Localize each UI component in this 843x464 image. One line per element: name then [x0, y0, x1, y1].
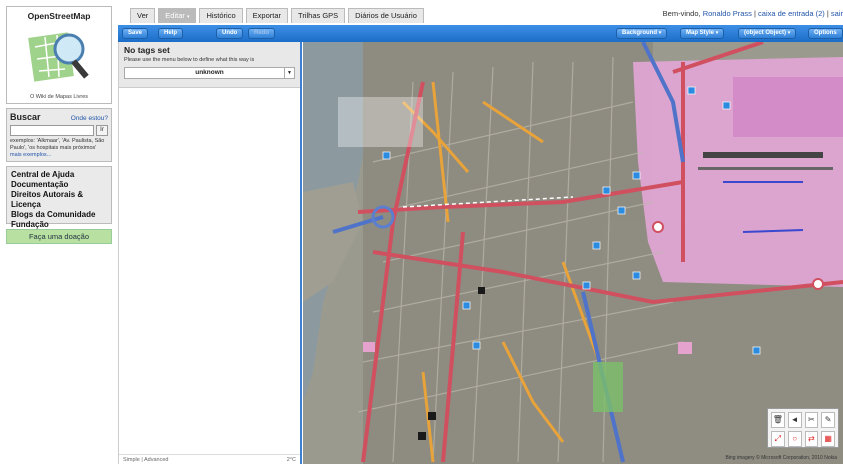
trash-icon[interactable]: 🗑 — [771, 412, 785, 428]
map-canvas[interactable]: 🗑 ◄ ✂ ✎ ⤢ ○ ⇄ ▦ Bing imagery © Microsoft… — [303, 42, 843, 464]
undo-button[interactable]: Undo — [216, 28, 244, 39]
help-button[interactable]: Help — [158, 28, 184, 39]
logout-link[interactable]: sair — [831, 9, 843, 18]
donate-button[interactable]: Faça uma doação — [6, 229, 112, 244]
arrow-left-icon[interactable]: ◄ — [787, 412, 802, 428]
panel-footer-value: 2°C — [286, 456, 296, 463]
top-tabs: Ver Editar ▾ Histórico Exportar Trilhas … — [130, 8, 427, 23]
panel-title: No tags set — [124, 45, 170, 55]
tab-edit[interactable]: Editar ▾ — [158, 8, 197, 23]
straighten-icon[interactable]: ⤢ — [771, 431, 785, 447]
save-label: Save — [128, 30, 143, 36]
inbox-link[interactable]: caixa de entrada (2) — [758, 9, 825, 18]
search-panel: Buscar Onde estou? Ir exemplos: 'Alkmaar… — [6, 108, 112, 162]
map-imagery[interactable] — [303, 42, 843, 464]
link-help-center[interactable]: Central de Ajuda — [11, 170, 107, 180]
tab-view[interactable]: Ver — [130, 8, 156, 23]
background-dropdown[interactable]: Background ▾ — [616, 28, 668, 39]
parallel-icon[interactable]: ⇄ — [804, 431, 819, 447]
search-hint-text: exemplos: 'Alkmaar', 'Av. Paulista, São … — [10, 138, 105, 151]
welcome-text: Bem-vindo, — [662, 9, 701, 18]
link-documentation[interactable]: Documentação — [11, 180, 107, 190]
simple-tab[interactable]: Simple — [123, 457, 140, 463]
tab-edit-label: Editar — [165, 11, 185, 20]
panel-footer: Simple | Advanced 2°C — [119, 454, 300, 464]
advanced-tab[interactable]: Advanced — [144, 457, 168, 463]
link-license[interactable]: Licença — [11, 200, 107, 210]
map-style-dropdown[interactable]: Map Style ▾ — [680, 28, 725, 39]
tab-gps-traces[interactable]: Trilhas GPS — [291, 8, 346, 23]
tab-export[interactable]: Exportar — [245, 8, 289, 23]
editor-toolbar: Save Help Undo Redo Background ▾ Map Sty… — [118, 25, 843, 42]
map-attribution: Bing imagery © Microsoft Corporation, 20… — [725, 455, 837, 461]
pencil-icon[interactable]: ✎ — [821, 412, 835, 428]
panel-header: No tags set Please use the menu below to… — [119, 42, 300, 88]
user-name-link[interactable]: Ronaldo Prass — [703, 9, 752, 18]
split-icon[interactable]: ▦ — [821, 431, 835, 447]
link-community-blogs[interactable]: Blogs da Comunidade — [11, 210, 107, 220]
sidebar: OpenStreetMap O Wiki de Mapas Livres Bus… — [0, 0, 118, 464]
where-am-i-link[interactable]: Onde estou? — [71, 115, 108, 122]
tab-user-diaries[interactable]: Diários de Usuário — [348, 8, 424, 23]
feature-type-select[interactable]: unknown ▼ — [124, 67, 295, 79]
panel-subtitle: Please use the menu below to define what… — [124, 57, 255, 63]
circle-icon[interactable]: ○ — [787, 431, 802, 447]
logo-title: OpenStreetMap — [27, 11, 91, 21]
separator: | — [754, 9, 756, 18]
user-bar: Bem-vindo, Ronaldo Prass | caixa de entr… — [663, 9, 843, 18]
search-hint: exemplos: 'Alkmaar', 'Av. Paulista, São … — [10, 138, 108, 159]
redo-button[interactable]: Redo — [248, 28, 275, 39]
separator: | — [826, 9, 829, 18]
help-links: Central de Ajuda Documentação Direitos A… — [6, 166, 112, 229]
properties-panel: No tags set Please use the menu below to… — [118, 42, 302, 464]
link-copyright[interactable]: Direitos Autorais & — [11, 190, 107, 200]
tab-history[interactable]: Histórico — [199, 8, 243, 23]
search-input[interactable] — [10, 125, 94, 136]
object-dropdown[interactable]: (object Object) ▾ — [738, 28, 797, 39]
logo-caption: O Wiki de Mapas Livres — [29, 94, 89, 100]
save-button[interactable]: Save — [122, 28, 149, 39]
chevron-down-icon: ▾ — [787, 30, 791, 36]
object-label: (object Object) — [744, 30, 787, 36]
search-title: Buscar — [10, 112, 41, 122]
feature-type-value: unknown — [195, 69, 224, 76]
osm-logo[interactable]: OpenStreetMap O Wiki de Mapas Livres — [6, 6, 112, 104]
map-style-label: Map Style — [686, 30, 715, 36]
chevron-down-icon[interactable]: ▼ — [284, 68, 294, 78]
chevron-down-icon: ▾ — [186, 14, 190, 20]
osm-magnifier-icon — [28, 32, 89, 82]
scissors-icon[interactable]: ✂ — [804, 412, 819, 428]
more-examples-link[interactable]: mais exemplos... — [10, 152, 51, 158]
options-button[interactable]: Options — [808, 28, 843, 39]
tool-palette: 🗑 ◄ ✂ ✎ ⤢ ○ ⇄ ▦ — [767, 408, 839, 448]
background-label: Background — [622, 30, 658, 36]
search-go-button[interactable]: Ir — [96, 125, 108, 136]
chevron-down-icon: ▾ — [658, 30, 662, 36]
chevron-down-icon: ▾ — [715, 30, 719, 36]
